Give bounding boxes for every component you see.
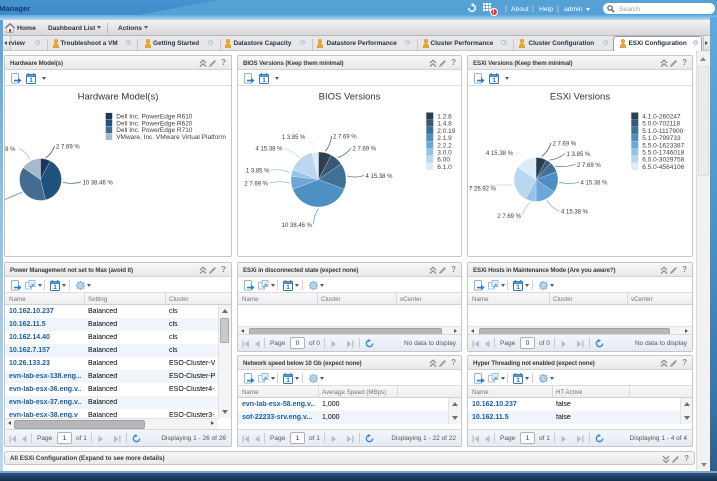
svg-text:5.5.0-1623387: 5.5.0-1623387	[642, 142, 684, 149]
svg-text:1 3.85 %: 1 3.85 %	[246, 169, 270, 175]
svg-text:1: 1	[286, 377, 290, 384]
svg-text:2.2.2: 2.2.2	[437, 142, 452, 149]
svg-text:Hardware Model(s): Hardware Model(s)	[78, 92, 159, 103]
svg-text:10 38.46 %: 10 38.46 %	[83, 181, 114, 187]
svg-text:1: 1	[492, 77, 496, 84]
svg-text:5.5.0-1746018: 5.5.0-1746018	[642, 150, 684, 157]
svg-text:1 3.85 %: 1 3.85 %	[282, 135, 306, 141]
svg-text:2 7.69 %: 2 7.69 %	[497, 214, 521, 220]
svg-text:5.1.0-799733: 5.1.0-799733	[642, 135, 681, 142]
svg-text:4.1.0-260247: 4.1.0-260247	[642, 114, 681, 121]
svg-text:3.0.0: 3.0.0	[437, 150, 452, 157]
svg-text:10 38.46 %: 10 38.46 %	[282, 223, 313, 229]
svg-text:2 7.69 %: 2 7.69 %	[56, 145, 80, 151]
svg-text:2.0.19: 2.0.19	[437, 128, 455, 135]
svg-text:4 15.38 %: 4 15.38 %	[5, 147, 16, 153]
svg-text:6.0.0-3029758: 6.0.0-3029758	[642, 157, 684, 164]
svg-text:BIOS Versions: BIOS Versions	[319, 92, 381, 103]
svg-text:6.5.0-4564106: 6.5.0-4564106	[642, 164, 684, 171]
svg-text:4 15.38 %: 4 15.38 %	[581, 181, 609, 187]
svg-text:1.4.8: 1.4.8	[437, 121, 452, 128]
svg-text:2 7.69 %: 2 7.69 %	[353, 147, 377, 153]
svg-text:6.00: 6.00	[437, 157, 450, 164]
svg-text:2 7.69 %: 2 7.69 %	[244, 182, 268, 188]
svg-text:1: 1	[516, 284, 520, 291]
svg-text:2.1.9: 2.1.9	[437, 135, 452, 142]
svg-text:1 3.85 %: 1 3.85 %	[567, 152, 591, 158]
svg-text:1: 1	[53, 284, 57, 291]
svg-text:1: 1	[516, 377, 520, 384]
svg-text:7 26.92 %: 7 26.92 %	[469, 187, 497, 193]
svg-text:2 7.69 %: 2 7.69 %	[553, 142, 577, 148]
svg-text:2 7.69 %: 2 7.69 %	[577, 163, 601, 169]
svg-text:4 15.38 %: 4 15.38 %	[486, 151, 514, 157]
svg-text:2 7.69 %: 2 7.69 %	[333, 135, 357, 141]
svg-text:ESXi Versions: ESXi Versions	[550, 92, 610, 103]
svg-text:6.1.0: 6.1.0	[437, 164, 452, 171]
svg-text:1.2.6: 1.2.6	[437, 114, 452, 121]
svg-text:5.0.0-702118: 5.0.0-702118	[642, 121, 680, 128]
svg-text:5.1.0-1117900: 5.1.0-1117900	[642, 128, 683, 135]
svg-text:VMware, Inc. VMware Virtual Pl: VMware, Inc. VMware Virtual Platform	[116, 134, 226, 141]
svg-text:4 15.38 %: 4 15.38 %	[561, 210, 589, 216]
svg-text:1: 1	[29, 77, 33, 84]
svg-text:4 15.38 %: 4 15.38 %	[255, 147, 283, 153]
svg-text:1: 1	[262, 77, 266, 84]
svg-text:1: 1	[286, 284, 290, 291]
svg-text:4 15.38 %: 4 15.38 %	[366, 174, 394, 180]
